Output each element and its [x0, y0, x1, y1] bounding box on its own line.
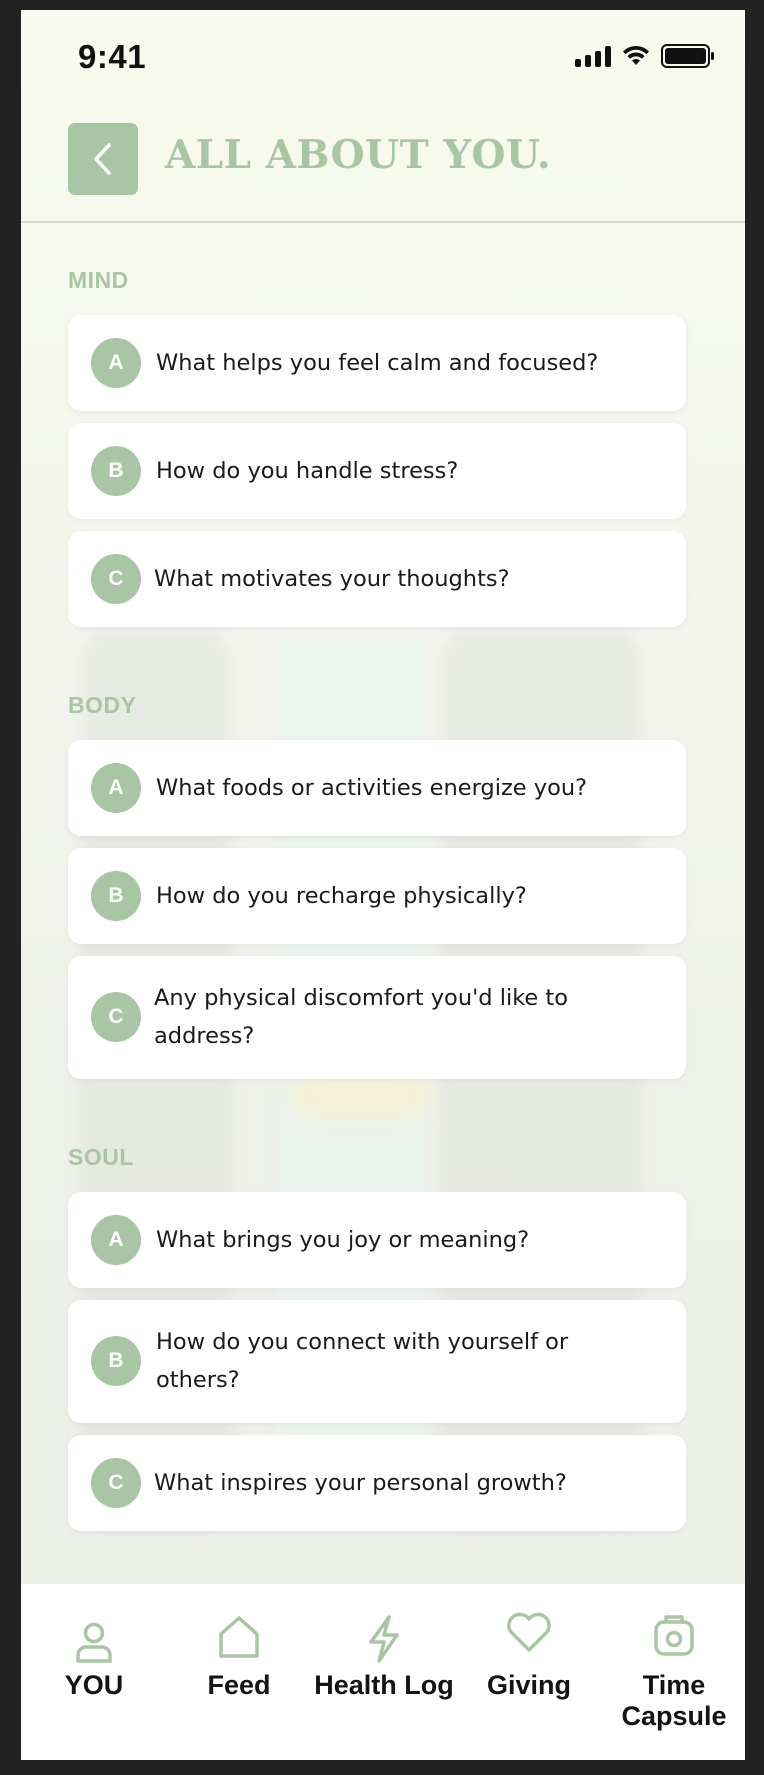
wifi-icon [623, 45, 649, 65]
option-badge: A [91, 1215, 141, 1265]
question-text: What helps you feel calm and focused? [156, 350, 599, 376]
option-badge: B [91, 871, 141, 921]
option-badge: C [91, 1458, 141, 1508]
tab-giving[interactable]: Giving [459, 1584, 599, 1760]
back-button[interactable] [68, 123, 138, 195]
tab-feed[interactable]: Feed [169, 1584, 309, 1760]
option-badge: B [91, 446, 141, 496]
question-text: What foods or activities energize you? [156, 775, 588, 801]
question-text: Any physical discomfort you'd like to ad… [154, 985, 569, 1049]
status-bar: 9:41 [21, 10, 745, 100]
tab-label: Giving [486, 1670, 571, 1700]
question-card[interactable]: B How do you connect with yourself or ot… [68, 1300, 686, 1423]
question-card[interactable]: A What foods or activities energize you? [68, 740, 686, 836]
tab-label: Health Log [314, 1670, 454, 1700]
tab-label: Feed [207, 1670, 271, 1700]
lightning-icon [369, 1615, 399, 1663]
tab-health-log[interactable]: Health Log [314, 1584, 454, 1760]
section-label-soul: SOUL [68, 1144, 134, 1170]
section-label-body: BODY [68, 692, 137, 718]
question-text: What motivates your thoughts? [154, 566, 510, 592]
section-label-mind: MIND [68, 267, 129, 293]
tab-you[interactable]: YOU [24, 1584, 164, 1760]
page-header: ALL ABOUT YOU. [21, 100, 745, 223]
app-screen: 9:41 ALL ABOUT YOU. MIND A What helps yo… [21, 10, 745, 1760]
tab-time-capsule[interactable]: Time Capsule [604, 1584, 744, 1760]
question-text: How do you handle stress? [156, 458, 459, 484]
cellular-signal-icon [575, 45, 611, 67]
bottom-tab-bar: YOU Feed Health Log Giving Time Capsule [21, 1584, 745, 1760]
battery-icon [661, 44, 714, 68]
home-icon [219, 1616, 259, 1658]
page-title: ALL ABOUT YOU. [165, 132, 552, 178]
option-badge: C [91, 992, 141, 1042]
status-time: 9:41 [78, 38, 147, 75]
chevron-left-icon [94, 143, 111, 175]
tab-label: Time Capsule [621, 1670, 727, 1731]
camera-icon [654, 1615, 694, 1656]
question-text: What inspires your personal growth? [154, 1470, 567, 1496]
option-badge: A [91, 338, 141, 388]
question-text: How do you connect with yourself or othe… [156, 1329, 569, 1393]
question-card[interactable]: B How do you handle stress? [68, 423, 686, 519]
tab-label: YOU [64, 1670, 124, 1700]
heart-icon [507, 1612, 551, 1652]
question-card[interactable]: A What helps you feel calm and focused? [68, 315, 686, 411]
option-badge: A [91, 763, 141, 813]
option-badge: B [91, 1336, 141, 1386]
status-icons [575, 44, 715, 68]
question-card[interactable]: C Any physical discomfort you'd like to … [68, 956, 686, 1079]
question-card[interactable]: B How do you recharge physically? [68, 848, 686, 944]
user-icon [76, 1622, 112, 1663]
option-badge: C [91, 554, 141, 604]
question-text: How do you recharge physically? [156, 883, 527, 909]
question-card[interactable]: C What inspires your personal growth? [68, 1435, 686, 1531]
question-text: What brings you joy or meaning? [156, 1227, 530, 1253]
question-card[interactable]: A What brings you joy or meaning? [68, 1192, 686, 1288]
question-card[interactable]: C What motivates your thoughts? [68, 531, 686, 627]
